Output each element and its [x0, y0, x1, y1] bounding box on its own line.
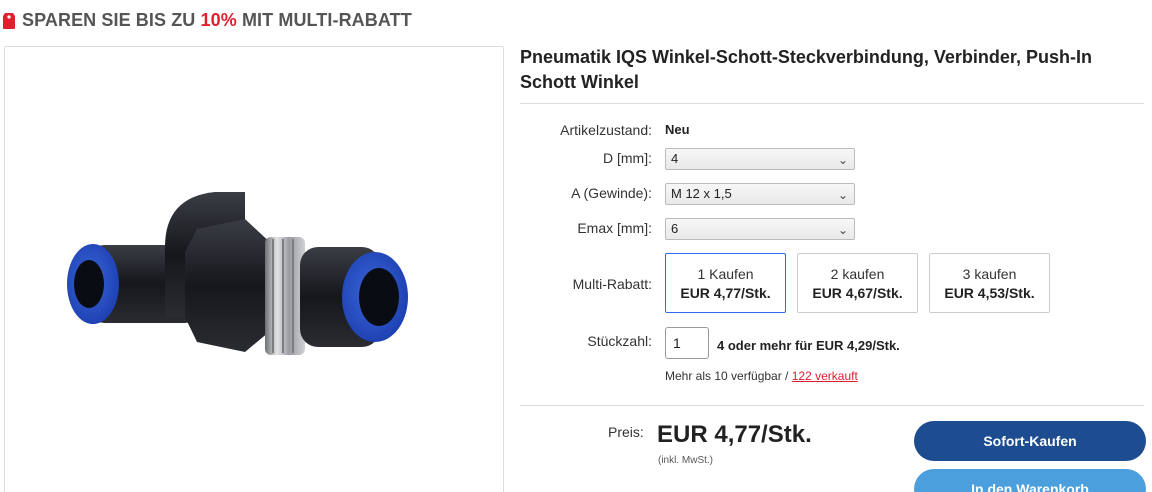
divider [520, 103, 1144, 104]
option-select-d[interactable]: 4 ⌄ [665, 148, 855, 170]
product-image-panel[interactable] [4, 46, 504, 492]
banner-discount: 10% [200, 9, 237, 30]
option-select-value: 4 [671, 151, 679, 166]
tier-quantity: 2 kaufen [830, 266, 885, 282]
tier-quantity: 1 Kaufen [697, 266, 754, 282]
discount-tier-3[interactable]: 3 kaufen EUR 4,53/Stk. [929, 253, 1050, 313]
product-title: Pneumatik IQS Winkel-Schott-Steckverbind… [520, 47, 1092, 92]
option-label-emax: Emax [mm]: [577, 220, 652, 236]
tax-note: (inkl. MwSt.) [658, 455, 713, 466]
availability-count: Mehr als 10 verfügbar / [665, 369, 789, 383]
option-select-value: M 12 x 1,5 [671, 186, 732, 201]
chevron-down-icon: ⌄ [837, 153, 848, 167]
chevron-down-icon: ⌄ [837, 223, 848, 237]
buy-now-button[interactable]: Sofort-Kaufen [914, 421, 1146, 461]
sold-count-link[interactable]: 122 verkauft [792, 369, 858, 383]
option-select-a[interactable]: M 12 x 1,5 ⌄ [665, 183, 855, 205]
quantity-label: Stückzahl: [587, 333, 652, 349]
chevron-down-icon: ⌄ [837, 188, 848, 202]
bulk-price-note: 4 oder mehr für EUR 4,29/Stk. [717, 338, 900, 353]
price-value: EUR 4,77/Stk. [657, 421, 812, 448]
tier-quantity: 3 kaufen [962, 266, 1017, 282]
price-label: Preis: [608, 424, 644, 440]
tier-price: EUR 4,67/Stk. [812, 285, 903, 301]
condition-label: Artikelzustand: [560, 122, 652, 138]
condition-value: Neu [665, 122, 690, 137]
multi-rabatt-label: Multi-Rabatt: [572, 276, 652, 292]
discount-tier-2[interactable]: 2 kaufen EUR 4,67/Stk. [797, 253, 918, 313]
multi-discount-banner: SPAREN SIE BIS ZU 10% MIT MULTI-RABATT [2, 9, 412, 31]
option-select-emax[interactable]: 6 ⌄ [665, 218, 855, 240]
banner-text: SPAREN SIE BIS ZU 10% MIT MULTI-RABATT [22, 9, 412, 30]
option-label-a: A (Gewinde): [571, 185, 652, 201]
divider [520, 405, 1144, 406]
quantity-input[interactable]: 1 [665, 327, 709, 359]
pneumatic-elbow-fitting-image [67, 192, 408, 355]
option-select-value: 6 [671, 221, 679, 236]
option-label-d: D [mm]: [603, 150, 652, 166]
tier-price: EUR 4,77/Stk. [680, 285, 771, 301]
availability-text: Mehr als 10 verfügbar / 122 verkauft [665, 369, 858, 383]
add-to-cart-button[interactable]: In den Warenkorb [914, 469, 1146, 492]
price-tag-icon [3, 13, 15, 29]
discount-tier-1[interactable]: 1 Kaufen EUR 4,77/Stk. [665, 253, 786, 313]
tier-price: EUR 4,53/Stk. [944, 285, 1035, 301]
